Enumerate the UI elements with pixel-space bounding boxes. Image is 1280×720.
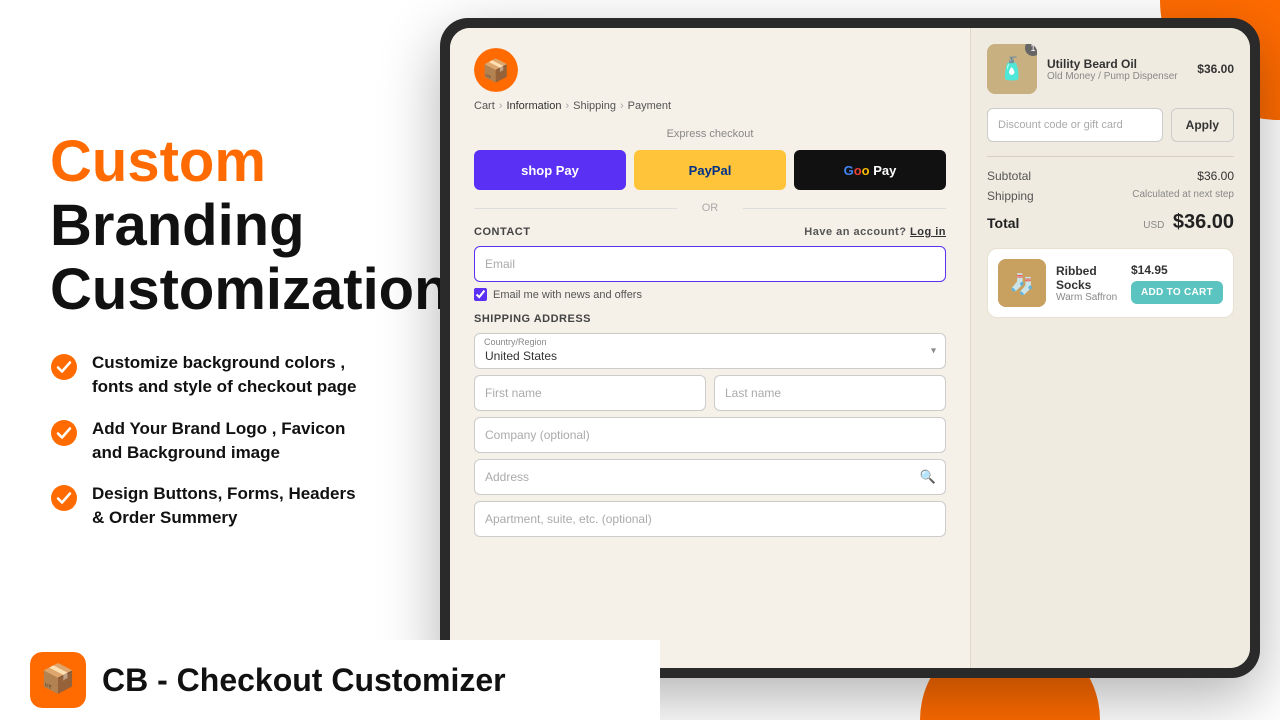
apartment-input[interactable]: [474, 501, 946, 537]
headline-rest: BrandingCustomization: [50, 194, 390, 322]
svg-text:📦: 📦: [482, 58, 509, 83]
breadcrumb-sep-2: ›: [565, 100, 569, 112]
company-input[interactable]: [474, 417, 946, 453]
total-amount: $36.00: [1173, 211, 1234, 233]
product-price-beard-oil: $36.00: [1197, 62, 1234, 76]
news-checkbox-label: Email me with news and offers: [493, 289, 642, 301]
news-checkbox[interactable]: [474, 288, 487, 301]
add-to-cart-button[interactable]: ADD TO CART: [1131, 281, 1223, 304]
shipping-section-label: SHIPPING ADDRESS: [474, 313, 946, 325]
discount-row: Apply: [987, 108, 1234, 142]
breadcrumb-payment: Payment: [628, 100, 671, 112]
check-circle-icon-3: [50, 484, 78, 512]
upsell-card: 🧦 Ribbed Socks Warm Saffron $14.95 ADD T…: [987, 248, 1234, 318]
upsell-info: Ribbed Socks Warm Saffron: [1056, 264, 1121, 303]
total-amount-wrapper: USD $36.00: [1143, 211, 1234, 234]
product-variant-beard-oil: Old Money / Pump Dispenser: [1047, 71, 1187, 82]
or-divider: OR: [474, 202, 946, 214]
apply-button[interactable]: Apply: [1171, 108, 1234, 142]
upsell-right: $14.95 ADD TO CART: [1131, 263, 1223, 304]
express-checkout-label: Express checkout: [474, 128, 946, 140]
contact-section-label: CONTACT Have an account? Log in: [474, 226, 946, 238]
checkout-right: 1 🧴 Utility Beard Oil Old Money / Pump D…: [970, 28, 1250, 668]
feature-item-3: Design Buttons, Forms, Headers& Order Su…: [50, 482, 390, 530]
gpay-label: Goo Pay: [844, 163, 897, 178]
svg-text:📦: 📦: [41, 662, 76, 695]
feature-list: Customize background colors , fonts and …: [50, 351, 390, 530]
first-name-input[interactable]: [474, 375, 706, 411]
upsell-product-image: 🧦: [998, 259, 1046, 307]
total-currency: USD: [1143, 220, 1164, 231]
total-row: Total USD $36.00: [987, 211, 1234, 234]
price-summary: Subtotal $36.00 Shipping Calculated at n…: [987, 156, 1234, 234]
login-link[interactable]: Have an account? Log in: [804, 226, 946, 238]
order-item-beard-oil: 1 🧴 Utility Beard Oil Old Money / Pump D…: [987, 44, 1234, 94]
shipping-value: Calculated at next step: [1132, 189, 1234, 203]
svg-text:🧴: 🧴: [998, 56, 1025, 81]
news-checkbox-row: Email me with news and offers: [474, 288, 946, 301]
feature-text-3: Design Buttons, Forms, Headers& Order Su…: [92, 482, 356, 530]
app-logo-bottom: 📦: [30, 652, 86, 708]
feature-text-2: Add Your Brand Logo , Faviconand Backgro…: [92, 417, 345, 465]
tablet-frame: 📦 Cart › Information › Shipping › Paymen…: [440, 18, 1260, 678]
gpay-button[interactable]: Goo Pay: [794, 150, 946, 190]
apartment-input-wrapper: [474, 501, 946, 537]
breadcrumb-information[interactable]: Information: [506, 100, 561, 112]
search-icon: 🔍: [920, 469, 936, 485]
svg-text:🧦: 🧦: [1010, 272, 1035, 296]
tablet-screen: 📦 Cart › Information › Shipping › Paymen…: [450, 28, 1250, 668]
bottom-bar: 📦 CB - Checkout Customizer: [0, 640, 660, 720]
subtotal-label: Subtotal: [987, 169, 1031, 183]
check-circle-icon-2: [50, 419, 78, 447]
left-panel: Custom BrandingCustomization Customize b…: [0, 0, 430, 660]
breadcrumb-cart: Cart: [474, 100, 495, 112]
paypal-button[interactable]: PayPal: [634, 150, 786, 190]
breadcrumb-shipping: Shipping: [573, 100, 616, 112]
email-input[interactable]: [474, 246, 946, 282]
breadcrumb-sep-1: ›: [499, 100, 503, 112]
breadcrumb: Cart › Information › Shipping › Payment: [474, 100, 946, 112]
name-row: [474, 375, 946, 411]
checkout-store-logo: 📦: [474, 48, 518, 92]
product-image-beard-oil: 1 🧴: [987, 44, 1037, 94]
address-input[interactable]: [474, 459, 946, 495]
country-select-wrapper: Country/Region United States ▾: [474, 333, 946, 369]
country-label: Country/Region: [484, 337, 547, 347]
express-checkout-buttons: shop Pay PayPal Goo Pay: [474, 150, 946, 190]
feature-item-1: Customize background colors , fonts and …: [50, 351, 390, 399]
app-name-bottom: CB - Checkout Customizer: [102, 662, 506, 699]
address-input-wrapper: 🔍: [474, 459, 946, 495]
discount-input[interactable]: [987, 108, 1163, 142]
headline-custom: Custom: [50, 130, 390, 194]
shipping-label: Shipping: [987, 189, 1034, 203]
upsell-price: $14.95: [1131, 263, 1168, 277]
feature-item-2: Add Your Brand Logo , Faviconand Backgro…: [50, 417, 390, 465]
shipping-row: Shipping Calculated at next step: [987, 189, 1234, 203]
last-name-input[interactable]: [714, 375, 946, 411]
subtotal-row: Subtotal $36.00: [987, 169, 1234, 183]
subtotal-value: $36.00: [1197, 169, 1234, 183]
check-circle-icon-1: [50, 353, 78, 381]
shoppay-button[interactable]: shop Pay: [474, 150, 626, 190]
feature-text-1: Customize background colors , fonts and …: [92, 351, 390, 399]
login-anchor[interactable]: Log in: [910, 226, 946, 238]
product-name-beard-oil: Utility Beard Oil: [1047, 57, 1187, 71]
upsell-product-name: Ribbed Socks: [1056, 264, 1121, 292]
upsell-product-variant: Warm Saffron: [1056, 292, 1121, 303]
breadcrumb-sep-3: ›: [620, 100, 624, 112]
total-label: Total: [987, 215, 1019, 231]
product-info-beard-oil: Utility Beard Oil Old Money / Pump Dispe…: [1047, 57, 1187, 82]
paypal-label: PayPal: [689, 163, 732, 178]
checkout-left: 📦 Cart › Information › Shipping › Paymen…: [450, 28, 970, 668]
shoppay-label: shop Pay: [521, 163, 579, 178]
